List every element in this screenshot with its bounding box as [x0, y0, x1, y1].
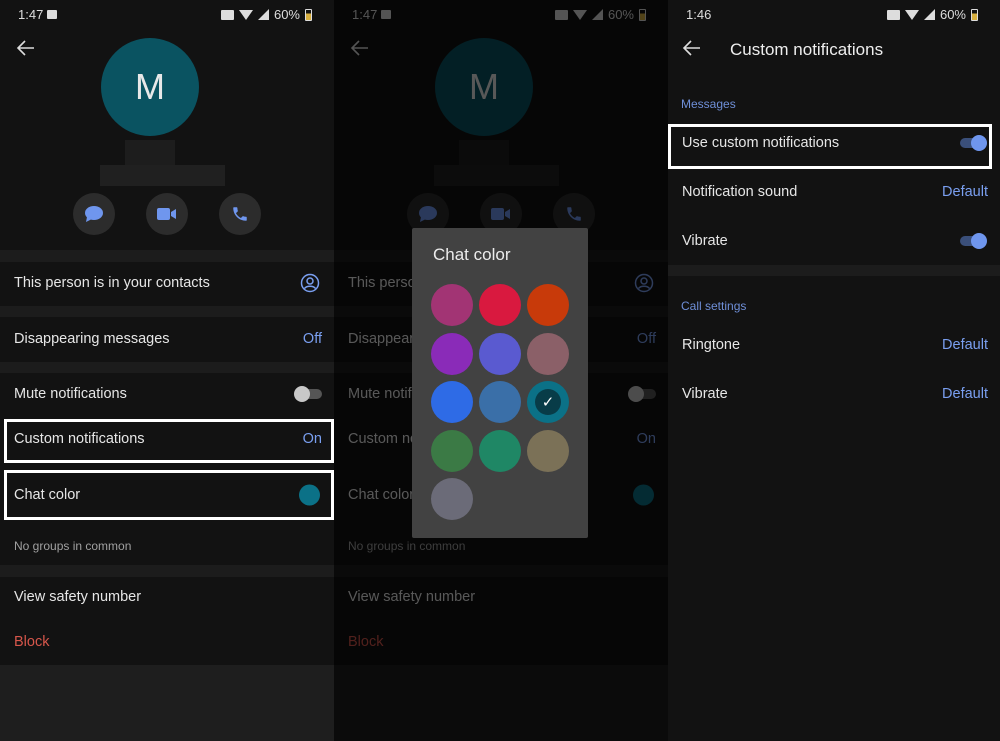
image-notification-icon — [47, 10, 57, 19]
color-swatch[interactable] — [479, 332, 521, 375]
notification-sound-row[interactable]: Notification sound Default — [682, 184, 988, 200]
vibrate-row[interactable]: Vibrate — [682, 233, 987, 249]
color-swatch[interactable] — [479, 429, 521, 472]
color-swatch[interactable] — [431, 284, 473, 326]
block-button[interactable]: Block — [14, 634, 322, 650]
ringtone-row[interactable]: Ringtone Default — [682, 337, 988, 353]
avatar: M — [101, 38, 199, 136]
divider — [0, 362, 334, 373]
highlight-chat-color — [4, 470, 334, 520]
color-swatch[interactable] — [527, 429, 569, 472]
vibrate-toggle[interactable] — [956, 233, 987, 249]
dialog-title: Chat color — [433, 245, 511, 264]
disappearing-label: Disappearing messages — [14, 331, 170, 347]
highlight-custom-notifications — [4, 419, 334, 463]
chat-color-screen: 1:47 60% M This person is in your contac… — [334, 0, 668, 741]
redacted-number — [100, 165, 225, 186]
call-vibrate-label: Vibrate — [682, 386, 728, 402]
status-bar: 1:46 60% — [686, 7, 978, 23]
color-swatch[interactable] — [479, 381, 521, 423]
contact-details-screen: 1:47 60% M This person is in your contac… — [0, 0, 334, 741]
page-title: Custom notifications — [730, 40, 884, 59]
groups-in-common: No groups in common — [14, 539, 132, 553]
mute-toggle[interactable] — [294, 386, 322, 402]
disappearing-messages-row[interactable]: Disappearing messages Off — [14, 331, 322, 347]
video-call-icon — [157, 208, 176, 220]
color-swatch[interactable] — [479, 284, 521, 326]
battery-percent: 60% — [939, 7, 966, 22]
voice-call-button[interactable] — [219, 193, 261, 235]
video-call-button[interactable] — [146, 193, 188, 235]
redacted-name — [125, 140, 175, 166]
divider — [0, 565, 334, 577]
status-time: 1:47 — [18, 7, 44, 22]
color-swatch[interactable] — [527, 332, 569, 375]
message-button[interactable] — [73, 193, 115, 235]
color-swatch-selected[interactable]: ✓ — [527, 381, 569, 423]
color-swatch[interactable] — [527, 284, 569, 326]
signal-icon — [257, 9, 269, 20]
call-vibrate-row[interactable]: Vibrate Default — [682, 386, 988, 402]
vowifi-icon — [886, 9, 900, 20]
color-swatch[interactable] — [431, 332, 473, 375]
call-settings-section-header: Call settings — [681, 299, 747, 313]
color-swatch[interactable] — [431, 381, 473, 423]
phone-icon — [233, 207, 247, 221]
battery-icon — [971, 8, 978, 21]
checkmark-icon: ✓ — [535, 389, 561, 415]
call-vibrate-value: Default — [942, 386, 988, 402]
battery-icon — [305, 8, 312, 21]
view-safety-number-row[interactable]: View safety number — [14, 589, 322, 605]
chat-color-dialog: Chat color ✓ — [412, 228, 588, 538]
back-arrow-icon[interactable] — [16, 38, 36, 58]
battery-percent: 60% — [273, 7, 300, 22]
divider — [0, 306, 334, 317]
vibrate-label: Vibrate — [682, 233, 728, 249]
bottom-area — [0, 665, 334, 741]
wifi-icon — [238, 9, 253, 20]
notification-sound-value: Default — [942, 184, 988, 200]
back-arrow-icon[interactable] — [682, 38, 702, 58]
notification-sound-label: Notification sound — [682, 184, 798, 200]
status-bar: 1:47 60% — [18, 7, 312, 23]
disappearing-value: Off — [302, 331, 322, 347]
divider — [668, 265, 1000, 276]
wifi-icon — [904, 9, 919, 20]
divider — [0, 250, 334, 262]
mute-notifications-row[interactable]: Mute notifications — [14, 386, 322, 402]
signal-icon — [923, 9, 935, 20]
contacts-label: This person is in your contacts — [14, 275, 210, 291]
messages-section-header: Messages — [681, 97, 736, 111]
message-icon — [85, 206, 103, 222]
contacts-row[interactable]: This person is in your contacts — [14, 273, 322, 293]
highlight-use-custom-notifications — [668, 124, 992, 169]
mute-label: Mute notifications — [14, 386, 127, 402]
status-time: 1:46 — [686, 7, 712, 22]
vowifi-icon — [220, 9, 234, 20]
custom-notifications-screen: 1:46 60% Custom notifications Messages U… — [668, 0, 1000, 741]
color-swatch[interactable] — [431, 478, 473, 520]
contact-person-icon — [300, 273, 320, 293]
color-swatch[interactable] — [431, 429, 473, 472]
ringtone-value: Default — [942, 337, 988, 353]
ringtone-label: Ringtone — [682, 337, 741, 353]
